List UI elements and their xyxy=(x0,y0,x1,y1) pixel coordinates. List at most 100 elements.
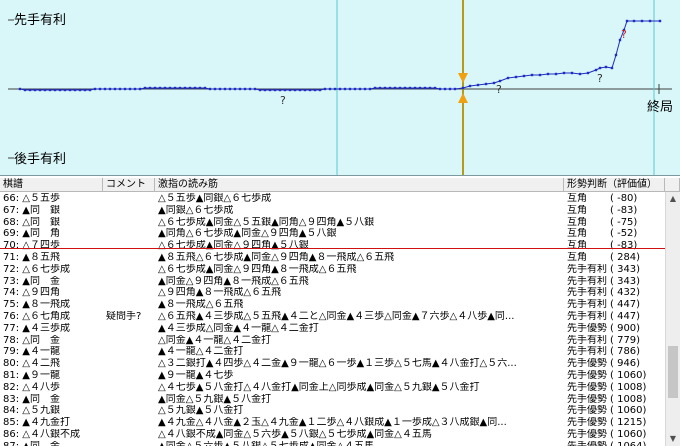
judgement-cell: 先手優勢 xyxy=(567,417,607,429)
evaluation-curve xyxy=(19,20,660,91)
pv-cell: ▲９一龍▲４七歩 xyxy=(158,370,234,381)
question-mark-icon: ? xyxy=(621,28,627,41)
judgement-cell: 先手優勢 xyxy=(567,405,607,417)
judgement-cell: 先手優勢 xyxy=(567,429,607,440)
table-row[interactable]: 83: ▲同 金 ▲同金△５九銀▲５八金打 先手優勢( 1008) xyxy=(0,394,665,406)
move-cell: 70: △７四歩 xyxy=(3,240,60,252)
evaluation-point xyxy=(658,19,662,23)
table-row[interactable]: 75: ▲８一飛成 ▲８一飛成△６五飛 先手有利( 447) xyxy=(0,299,665,311)
evaluation-point xyxy=(363,87,367,91)
judgement-cell: 互角 xyxy=(567,204,587,216)
move-cell: 68: △同 銀 xyxy=(3,216,60,228)
table-row[interactable]: 70: △７四歩 △６七歩成▲同金△９四角▲５八銀 互角 ( -83) xyxy=(0,240,665,252)
evaluation-point xyxy=(208,87,212,91)
evaluation-point xyxy=(586,71,590,75)
current-move-arrow-up-icon xyxy=(458,93,468,103)
evaluation-point xyxy=(418,86,422,90)
evaluation-point xyxy=(632,19,636,23)
question-mark-icon: ? xyxy=(280,94,286,107)
table-row[interactable]: 67: ▲同 銀 ▲同銀△６七歩成 互角 ( -83) xyxy=(0,205,665,217)
column-header-move[interactable]: 棋譜 xyxy=(0,178,103,192)
evaluation-point xyxy=(148,86,152,90)
pv-cell: △５九銀▲５八金打 xyxy=(158,405,244,417)
scroll-up-arrow-icon[interactable]: ▲ xyxy=(666,192,680,206)
score-cell: ( -52) xyxy=(610,228,638,240)
evaluation-point xyxy=(610,66,614,70)
evaluation-point xyxy=(288,88,292,92)
evaluation-point xyxy=(158,86,162,90)
comment-cell: 疑問手? xyxy=(106,311,142,322)
table-row[interactable]: 76: △６七角成 疑問手? △６五飛▲４三歩成△５五飛▲４二と△同金▲４三歩△同金… xyxy=(0,311,665,323)
evaluation-graph[interactable]: ???? 先手有利 後手有利 終局 xyxy=(0,0,680,176)
evaluation-point xyxy=(530,73,534,77)
vertical-scrollbar[interactable]: ▲ ▼ xyxy=(665,192,680,446)
table-row[interactable]: 84: △５九銀 △５九銀▲５八金打 先手優勢( 1060) xyxy=(0,405,665,417)
scroll-down-arrow-icon[interactable]: ▼ xyxy=(666,432,680,446)
evaluation-point xyxy=(253,87,257,91)
evaluation-point xyxy=(63,88,67,92)
table-row[interactable]: 82: △４八歩 △４七歩▲５八金打△４八金打▲同金上△同歩成▲同金△５九銀▲５八… xyxy=(0,382,665,394)
table-row[interactable]: 69: ▲同 角 ▲同角△６七歩成▲同金△９四角▲５八銀 互角 ( -52) xyxy=(0,228,665,240)
table-row[interactable]: 80: △４二飛 △３二銀打▲４四歩△４二金▲９一龍△６一歩▲１三歩△５七馬▲４八… xyxy=(0,358,665,370)
score-cell: ( 1060) xyxy=(610,429,647,440)
table-row[interactable]: 68: △同 銀 △６七歩成▲同金△５五銀▲同角△９四角▲５八銀 互角 ( -75) xyxy=(0,217,665,229)
move-cell: 79: ▲４一龍 xyxy=(3,346,60,358)
evaluation-point xyxy=(538,73,542,77)
score-cell: ( 343) xyxy=(610,275,641,287)
pv-cell: △４八銀不成▲同金△５六歩▲５八銀△５七歩成▲同金△４五馬 xyxy=(158,429,432,440)
move-cell: 85: ▲４九金打 xyxy=(3,417,70,429)
column-header-judgement[interactable]: 形勢判断（評価値） xyxy=(564,178,665,192)
evaluation-point xyxy=(373,86,377,90)
table-row[interactable]: 72: △６七歩成 △６七歩成▲同金△９四角▲８一飛成△６五飛 先手有利( 343) xyxy=(0,264,665,276)
evaluation-point xyxy=(153,86,157,90)
evaluation-point xyxy=(353,87,357,91)
table-row[interactable]: 78: △同 金 △同金▲４一龍△４二金打 先手有利( 779) xyxy=(0,335,665,347)
table-row[interactable]: 73: ▲同 金 ▲同金△９四角▲８一飛成△６五飛 先手有利( 343) xyxy=(0,276,665,288)
judgement-cell: 先手優勢 xyxy=(567,381,607,393)
table-row[interactable]: 81: ▲９一龍 ▲９一龍▲４七歩 先手優勢( 1060) xyxy=(0,370,665,382)
column-header-principal-variation[interactable]: 激指の読み筋 xyxy=(155,178,564,192)
evaluation-point xyxy=(648,19,652,23)
evaluation-point xyxy=(443,87,447,91)
column-header-comment[interactable]: コメント xyxy=(103,178,155,192)
evaluation-point xyxy=(484,82,488,86)
score-cell: ( 432) xyxy=(610,287,641,299)
judgement-cell: 先手優勢 xyxy=(567,322,607,334)
judgement-cell: 先手有利 xyxy=(567,287,607,299)
evaluation-point xyxy=(268,88,272,92)
evaluation-point xyxy=(514,75,518,79)
evaluation-point xyxy=(248,87,252,91)
table-row[interactable]: 74: △９四角 △９四角▲８一飛成△６五飛 先手有利( 432) xyxy=(0,287,665,299)
score-cell: ( 1215) xyxy=(610,417,647,429)
table-row[interactable]: 86: △４八銀不成 △４八銀不成▲同金△５六歩▲５八銀△５七歩成▲同金△４五馬 先… xyxy=(0,429,665,441)
game-end-label: 終局 xyxy=(647,100,674,115)
evaluation-point xyxy=(103,87,107,91)
kifu-analysis-table[interactable]: 棋譜 コメント 激指の読み筋 形勢判断（評価値） 66: △５五歩 △５五歩▲同銀… xyxy=(0,178,680,446)
evaluation-point xyxy=(318,88,322,92)
score-cell: ( 447) xyxy=(610,311,641,322)
table-row[interactable]: 77: ▲４三歩成 ▲４三歩成△同金▲４一龍△４二金打 先手優勢( 900) xyxy=(0,323,665,335)
table-row[interactable]: 87: ▲同 金 ▲同金△５六歩▲５八銀△５七歩成▲同金△４五馬先手優勢( 106… xyxy=(0,441,665,446)
evaluation-graph-canvas[interactable]: ???? xyxy=(0,0,680,176)
judgement-cell: 先手優勢 xyxy=(567,358,607,370)
move-cell: 76: △６七角成 xyxy=(3,311,70,322)
evaluation-point xyxy=(173,86,177,90)
evaluation-point xyxy=(492,81,496,85)
evaluation-point xyxy=(178,86,182,90)
table-row[interactable]: 66: △５五歩 △５五歩▲同銀△６七歩成 互角 ( -80) xyxy=(0,193,665,205)
evaluation-point xyxy=(193,86,197,90)
scrollbar-thumb[interactable] xyxy=(668,346,678,398)
table-row[interactable]: 71: ▲８五飛 ▲８五飛△６七歩成▲同金△９四角▲８一飛成△６五飛 互角 ( 284… xyxy=(0,252,665,264)
evaluation-point xyxy=(368,87,372,91)
table-row[interactable]: 79: ▲４一龍 ▲４一龍△４二金打 先手有利( 786) xyxy=(0,346,665,358)
judgement-cell: 先手優勢 xyxy=(567,370,607,381)
score-cell: ( -75) xyxy=(610,216,638,228)
evaluation-point xyxy=(238,87,242,91)
judgement-cell: 先手有利 xyxy=(567,334,607,346)
evaluation-point xyxy=(168,86,172,90)
evaluation-point xyxy=(398,86,402,90)
score-cell: ( 1008) xyxy=(610,381,647,393)
judgement-cell: 先手有利 xyxy=(567,311,607,322)
table-row[interactable]: 85: ▲４九金打 ▲４九金△４八金▲２玉△４九金▲１二歩△４八銀成▲１一歩成△３… xyxy=(0,417,665,429)
pv-cell: ▲同金△５九銀▲５八金打 xyxy=(158,393,272,405)
